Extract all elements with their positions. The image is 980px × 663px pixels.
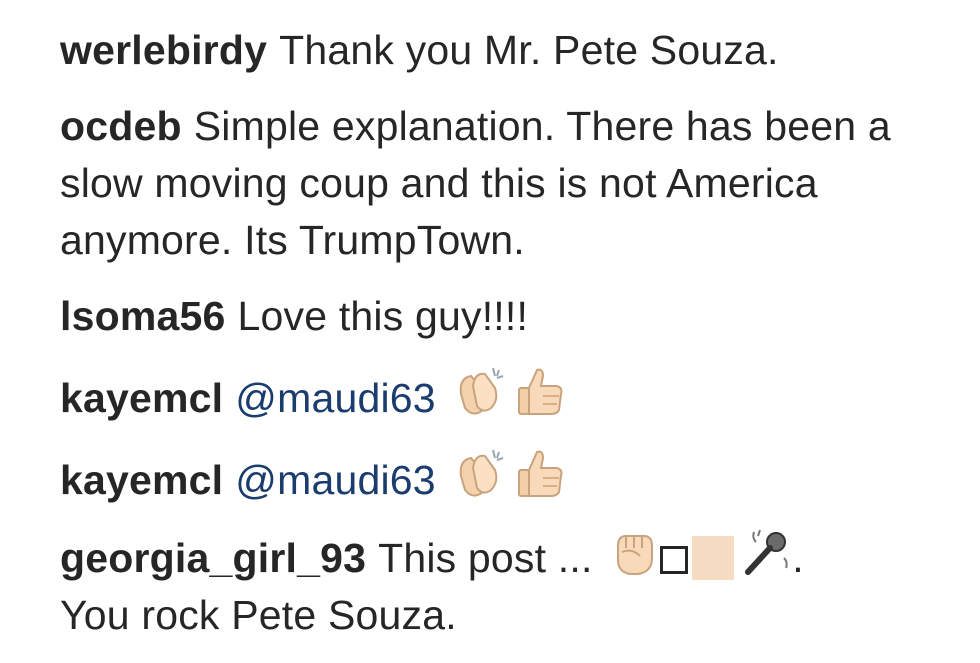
comment-mention[interactable]: @maudi63 [235,457,436,503]
comment-text: Simple explanation. There has been a slo… [60,103,891,263]
comment-item: georgia_girl_93 This post ... . You rock … [60,528,940,644]
clapping-hands-icon [453,446,509,500]
comment-text: This post ... [378,535,593,581]
comment-username[interactable]: lsoma56 [60,293,226,339]
thumbs-up-icon [515,364,567,418]
missing-glyph-box [660,546,689,574]
comment-username[interactable]: georgia_girl_93 [60,535,366,581]
comments-list: werlebirdy Thank you Mr. Pete Souza. ocde… [60,22,940,663]
comment-item: werlebirdy Thank you Mr. Pete Souza. [60,22,940,79]
comment-item: lsoma56 Love this guy!!!! [60,288,940,345]
skin-tone-swatch [692,536,735,580]
thumbs-up-icon [515,446,567,500]
comment-mention[interactable]: @maudi63 [235,375,436,421]
comment-text-trailing: . [792,535,804,581]
comment-item: ocdeb Simple explanation. There has been … [60,98,940,269]
comment-username[interactable]: ocdeb [60,103,182,149]
comment-username[interactable]: werlebirdy [60,27,267,73]
comment-text: Thank you Mr. Pete Souza. [279,27,779,73]
comment-text: Love this guy!!!! [237,293,529,339]
raised-fist-icon [610,528,658,578]
comment-item: kayemcl @maudi63 [60,446,940,509]
clapping-hands-icon [453,364,509,418]
comment-item: kayemcl @maudi63 [60,364,940,427]
comment-text-line2: You rock Pete Souza. [60,592,457,638]
comment-username[interactable]: kayemcl [60,375,223,421]
comment-username[interactable]: kayemcl [60,457,223,503]
microphone-icon [740,528,792,578]
